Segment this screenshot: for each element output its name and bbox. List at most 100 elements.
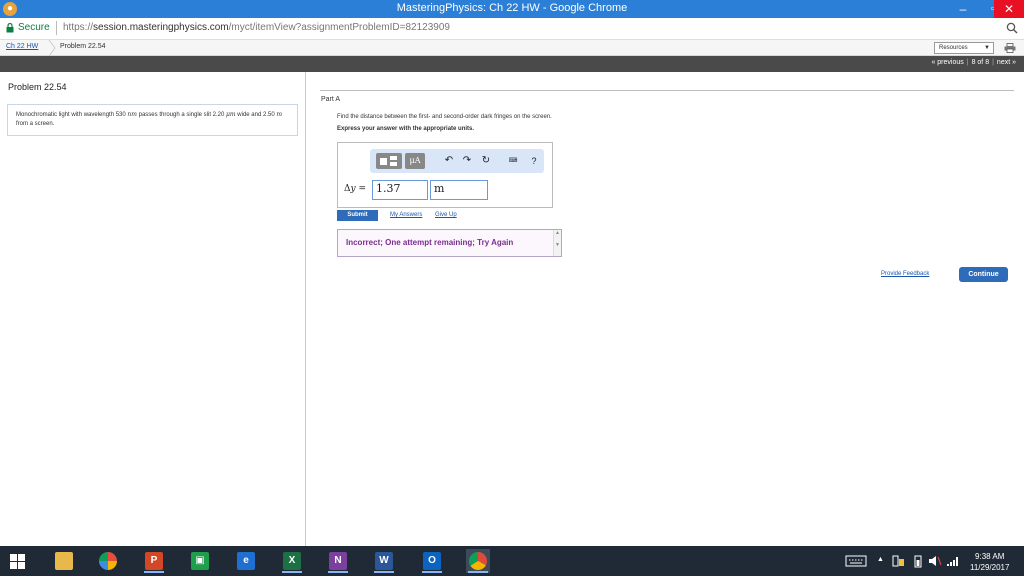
onenote-taskbar-icon[interactable]: N xyxy=(326,549,350,573)
excel-glyph: X xyxy=(283,552,301,570)
problem-text: wide and 2.50 xyxy=(235,112,277,118)
powerpoint-taskbar-icon[interactable]: P xyxy=(142,549,166,573)
zoom-icon[interactable] xyxy=(1006,22,1018,34)
units-button[interactable]: μA xyxy=(405,153,425,169)
clock-time: 9:38 AM xyxy=(975,552,1005,561)
resources-dropdown[interactable]: Resources ▼ xyxy=(934,42,994,54)
word-glyph: W xyxy=(375,552,393,570)
pager-position: 8 of 8 xyxy=(971,59,990,66)
clock-date: 11/29/2017 xyxy=(970,563,1010,572)
undo-icon[interactable]: ↶ xyxy=(442,153,456,169)
part-instruction: Express your answer with the appropriate… xyxy=(337,126,475,132)
taskbar: P ▣ e X N W O ▲ 9:38 AM 11/29/2017 xyxy=(0,546,1024,576)
part-question: Find the distance between the first- and… xyxy=(337,114,552,120)
windows-start-icon[interactable] xyxy=(10,554,25,569)
answer-unit-input[interactable]: m xyxy=(430,180,488,200)
equals-sign: = xyxy=(355,184,366,194)
unit-m: m xyxy=(276,111,283,118)
problem-text: Monochromatic light with wavelength 530 xyxy=(16,112,128,118)
outlook-glyph: O xyxy=(423,552,441,570)
problem-statement: Monochromatic light with wavelength 530 … xyxy=(7,104,298,136)
file-explorer-taskbar-icon[interactable] xyxy=(52,549,76,573)
resources-label: Resources xyxy=(939,45,968,51)
assignment-nav: Ch 22 HW Problem 22.54 Resources ▼ xyxy=(0,40,1024,56)
previous-link[interactable]: « previous xyxy=(931,59,963,66)
part-content: Part A Find the distance between the fir… xyxy=(306,72,1024,546)
pager-divider: | xyxy=(966,59,969,66)
running-indicator xyxy=(374,571,394,573)
reset-icon[interactable]: ↻ xyxy=(479,153,493,169)
chrome-glyph xyxy=(469,552,487,570)
store-taskbar-icon[interactable]: ▣ xyxy=(188,549,212,573)
feedback-box: Incorrect; One attempt remaining; Try Ag… xyxy=(337,229,562,257)
tray-expand-icon[interactable]: ▲ xyxy=(877,556,884,568)
running-indicator xyxy=(422,571,442,573)
answer-value-input[interactable]: 1.37 xyxy=(372,180,428,200)
problem-panel: Problem 22.54 Monochromatic light with w… xyxy=(0,72,306,546)
url-path: /myct/itemView?assignmentProblemID=82123… xyxy=(228,22,450,33)
word-taskbar-icon[interactable]: W xyxy=(372,549,396,573)
window-title: MasteringPhysics: Ch 22 HW - Google Chro… xyxy=(396,2,628,14)
unit-nm: nm xyxy=(127,111,137,118)
taskbar-clock[interactable]: 9:38 AM 11/29/2017 xyxy=(970,551,1009,573)
continue-button[interactable]: Continue xyxy=(959,267,1008,282)
keyboard-tray-icon[interactable] xyxy=(845,546,867,576)
problem-text: from a screen. xyxy=(16,121,55,127)
next-link[interactable]: next » xyxy=(997,59,1016,66)
onenote-glyph: N xyxy=(329,552,347,570)
part-divider xyxy=(320,90,1014,91)
feedback-message: Incorrect; One attempt remaining; Try Ag… xyxy=(346,238,514,247)
address-bar[interactable]: Secure https://session.masteringphysics.… xyxy=(0,18,1024,40)
edge-glyph: e xyxy=(237,552,255,570)
breadcrumb-chevron-icon xyxy=(48,40,56,56)
url-host: session.masteringphysics.com xyxy=(93,22,229,33)
help-icon[interactable]: ? xyxy=(528,153,540,169)
templates-button[interactable] xyxy=(376,153,402,169)
battery-icon[interactable] xyxy=(914,546,922,576)
title-bar: ● MasteringPhysics: Ch 22 HW - Google Ch… xyxy=(0,0,1024,18)
dropdown-arrow-icon: ▼ xyxy=(984,45,990,51)
provide-feedback-link[interactable]: Provide Feedback xyxy=(881,271,929,277)
address-separator xyxy=(56,21,57,35)
pager-divider: | xyxy=(992,59,994,66)
print-icon[interactable] xyxy=(1004,43,1016,53)
unit-um: μm xyxy=(226,111,236,118)
secure-label: Secure xyxy=(18,22,50,33)
equation-toolbar: μA ↶ ↷ ↻ ⌨ ? xyxy=(370,149,544,173)
network-tray-icon[interactable] xyxy=(892,546,906,576)
wifi-signal-icon[interactable] xyxy=(946,546,960,576)
close-button[interactable]: ✕ xyxy=(994,0,1024,18)
paint-taskbar-icon[interactable] xyxy=(96,549,120,573)
template-block-icon xyxy=(380,158,387,165)
volume-icon[interactable] xyxy=(928,546,942,576)
problem-title: Problem 22.54 xyxy=(8,82,67,92)
breadcrumb-assignment-link[interactable]: Ch 22 HW xyxy=(6,43,38,50)
give-up-link[interactable]: Give Up xyxy=(435,212,457,218)
template-block-icon xyxy=(390,156,397,160)
paint-glyph xyxy=(99,552,117,570)
running-indicator xyxy=(328,571,348,573)
template-block-icon xyxy=(390,162,397,166)
answer-variable: Δy = xyxy=(344,184,366,194)
outlook-taskbar-icon[interactable]: O xyxy=(420,549,444,573)
excel-taskbar-icon[interactable]: X xyxy=(280,549,304,573)
edge-taskbar-icon[interactable]: e xyxy=(234,549,258,573)
keyboard-icon[interactable]: ⌨ xyxy=(502,153,524,169)
file-explorer-glyph xyxy=(55,552,73,570)
lock-icon xyxy=(6,23,14,33)
answer-box: μA ↶ ↷ ↻ ⌨ ? Δy = 1.37 m xyxy=(337,142,553,208)
submit-button[interactable]: Submit xyxy=(337,210,378,221)
my-answers-link[interactable]: My Answers xyxy=(390,212,422,218)
running-indicator xyxy=(282,571,302,573)
redo-icon[interactable]: ↷ xyxy=(460,153,474,169)
minimize-button[interactable]: – xyxy=(948,0,978,18)
chrome-taskbar-icon[interactable] xyxy=(466,549,490,573)
powerpoint-glyph: P xyxy=(145,552,163,570)
url-scheme: https:// xyxy=(63,22,94,33)
feedback-scrollbar[interactable]: ▲ ▼ xyxy=(553,230,561,256)
running-indicator xyxy=(468,571,488,573)
part-label: Part A xyxy=(321,96,341,103)
pager-bar: « previous | 8 of 8 | next » xyxy=(0,56,1024,72)
url-text[interactable]: https://session.masteringphysics.com/myc… xyxy=(63,22,450,33)
problem-text: passes through a single slit 2.20 xyxy=(136,112,227,118)
